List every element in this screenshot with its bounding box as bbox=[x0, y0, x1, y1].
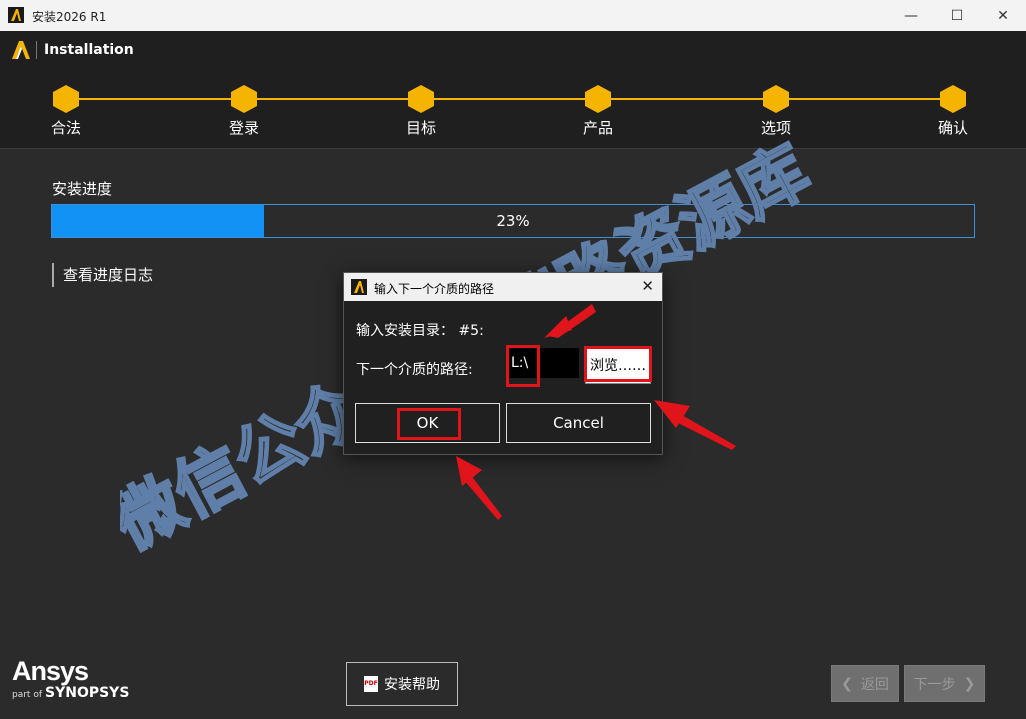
brand-name: Ansys bbox=[12, 656, 89, 686]
maximize-button[interactable]: ☐ bbox=[934, 0, 980, 31]
step-legal: 合法 bbox=[26, 85, 106, 138]
step-marker-icon bbox=[408, 85, 434, 113]
step-label: 目标 bbox=[405, 119, 436, 137]
install-help-button[interactable]: PDF 安装帮助 bbox=[346, 662, 458, 706]
next-media-label: 下一个介质的路径: bbox=[356, 362, 473, 378]
cancel-button[interactable]: Cancel bbox=[506, 403, 651, 443]
header-title: Installation bbox=[44, 42, 134, 58]
step-products: 产品 bbox=[558, 85, 638, 138]
chevron-right-icon: ❯ bbox=[963, 675, 976, 692]
window-titlebar: 安装2026 R1 — ☐ ✕ bbox=[0, 0, 1026, 31]
brand-sub: SYNOPSYS bbox=[45, 685, 130, 701]
step-label: 合法 bbox=[50, 119, 81, 137]
step-marker-icon bbox=[940, 85, 966, 113]
progress-percent: 23% bbox=[496, 212, 530, 230]
chevron-left-icon: ❮ bbox=[841, 675, 853, 692]
step-options: 选项 bbox=[736, 85, 816, 138]
step-label: 确认 bbox=[937, 119, 968, 137]
step-label: 登录 bbox=[228, 119, 259, 137]
step-target: 目标 bbox=[381, 85, 461, 138]
media-path-input[interactable] bbox=[507, 348, 579, 378]
window-title: 安装2026 R1 bbox=[32, 10, 107, 24]
browse-button[interactable]: 浏览…… bbox=[585, 346, 651, 384]
back-button[interactable]: ❮ 返回 bbox=[831, 665, 899, 702]
install-help-label: 安装帮助 bbox=[384, 677, 440, 693]
ok-button[interactable]: OK bbox=[355, 403, 500, 443]
back-label: 返回 bbox=[860, 676, 889, 693]
install-dir-label: 输入安装目录： #5: bbox=[356, 323, 484, 339]
ansys-brand-logo: Ansys part of SYNOPSYS bbox=[12, 656, 129, 701]
progress-label: 安装进度 bbox=[52, 180, 113, 198]
step-label: 选项 bbox=[760, 119, 791, 137]
pdf-icon: PDF bbox=[364, 676, 378, 692]
step-confirm: 确认 bbox=[913, 85, 993, 138]
view-progress-log-link[interactable]: 查看进度日志 bbox=[52, 263, 153, 287]
steps-progress-line bbox=[65, 98, 955, 100]
dialog-close-button[interactable]: ✕ bbox=[641, 277, 654, 295]
dialog-titlebar: 输入下一个介质的路径 ✕ bbox=[344, 273, 662, 301]
step-marker-icon bbox=[53, 85, 79, 113]
install-progress-bar: 23% bbox=[51, 204, 975, 238]
ansys-app-icon bbox=[8, 7, 24, 23]
step-marker-icon bbox=[763, 85, 789, 113]
next-label: 下一步 bbox=[913, 676, 956, 693]
installer-header: Installation 合法 登录 目标 产品 选项 确认 bbox=[0, 31, 1026, 149]
step-marker-icon bbox=[585, 85, 611, 113]
next-media-path-dialog: 输入下一个介质的路径 ✕ 输入安装目录： #5: 下一个介质的路径: 浏览…… … bbox=[343, 272, 663, 455]
step-login: 登录 bbox=[204, 85, 284, 138]
step-marker-icon bbox=[231, 85, 257, 113]
dialog-title: 输入下一个介质的路径 bbox=[374, 282, 495, 296]
ansys-logo-icon bbox=[12, 41, 30, 59]
brand-sub-prefix: part of bbox=[12, 690, 42, 700]
next-button[interactable]: 下一步 ❯ bbox=[904, 665, 985, 702]
minimize-button[interactable]: — bbox=[888, 0, 934, 31]
ansys-app-icon bbox=[351, 279, 367, 295]
brand-subtitle: part of SYNOPSYS bbox=[12, 685, 129, 701]
step-label: 产品 bbox=[582, 119, 613, 137]
header-divider bbox=[36, 41, 37, 59]
close-window-button[interactable]: ✕ bbox=[980, 0, 1026, 31]
